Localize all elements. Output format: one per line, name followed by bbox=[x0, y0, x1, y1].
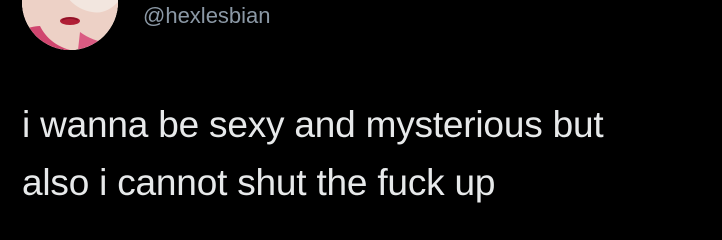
tweet-text-line: i wanna be sexy and mysterious but bbox=[22, 104, 604, 145]
user-handle[interactable]: @hexlesbian bbox=[143, 2, 271, 30]
profile-avatar[interactable] bbox=[22, 0, 118, 50]
tweet-text-line: also i cannot shut the fuck up bbox=[22, 162, 496, 203]
tweet-card: @hexlesbian i wanna be sexy and mysterio… bbox=[0, 0, 722, 240]
tweet-text: i wanna be sexy and mysterious but also … bbox=[22, 96, 712, 212]
avatar-photo bbox=[22, 0, 118, 50]
